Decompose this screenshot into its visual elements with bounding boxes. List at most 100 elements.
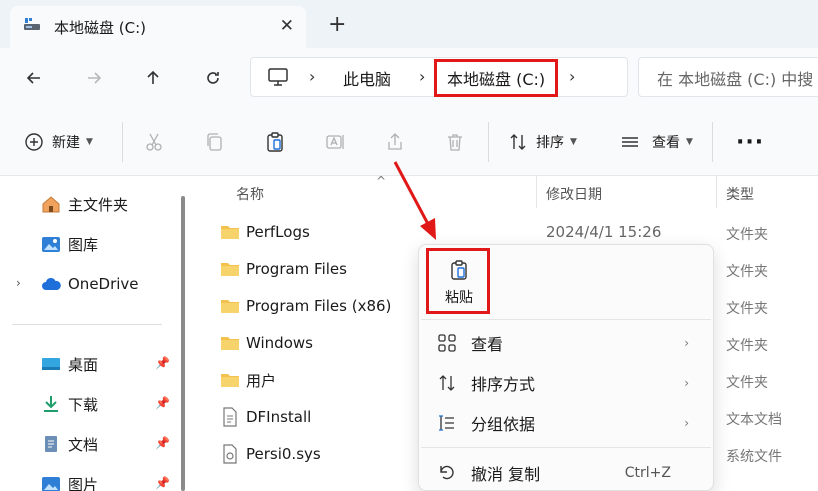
up-button[interactable] [139,64,167,92]
divider [122,122,123,162]
paste-button[interactable] [265,128,285,156]
new-tab-button[interactable]: + [328,14,346,36]
divider [12,324,162,325]
file-type: 文件夹 [726,264,768,280]
search-input[interactable]: 在 本地磁盘 (C:) 中搜 [638,57,818,97]
file-type: 文件夹 [726,301,768,317]
address-bar[interactable]: › 此电脑 › 本地磁盘 (C:) › [250,57,628,97]
menu-item-view[interactable]: 查看 › [423,325,711,361]
paste-menu-button[interactable]: 粘贴 [431,253,487,313]
navigation-pane: 主文件夹 图库 › OneDrive 桌面 📌 下载 📌 文档 📌 图片 📌 [0,176,178,491]
pin-icon[interactable]: 📌 [155,356,170,370]
chevron-right-icon: › [684,336,689,350]
annotation-highlight [434,59,558,97]
home-icon [42,196,60,213]
divider [421,447,711,448]
sort-button[interactable]: 排序 ▼ [508,128,577,156]
copy-icon [207,133,222,151]
folder-icon [221,337,239,350]
pin-icon[interactable]: 📌 [155,396,170,410]
monitor-icon[interactable] [267,67,289,91]
sort-icon [437,373,457,393]
sidebar-item-desktop[interactable]: 桌面 [40,352,98,376]
sidebar-item-home[interactable]: 主文件夹 [40,192,128,216]
column-divider[interactable] [536,176,537,208]
folder-icon [221,300,239,313]
table-row[interactable]: Program Files (x86) [220,294,391,318]
table-row[interactable]: Windows [220,331,313,355]
divider [712,122,713,162]
desktop-icon [42,358,60,370]
trash-icon [448,134,462,151]
forward-button[interactable] [80,64,108,92]
chevron-down-icon: ▼ [86,137,93,147]
folder-icon [221,226,239,239]
back-button[interactable] [20,64,48,92]
table-row[interactable]: PerfLogs [220,220,310,244]
column-header-name[interactable]: 名称 [236,184,264,204]
table-row[interactable]: Persi0.sys [220,442,321,466]
pin-icon[interactable]: 📌 [155,436,170,450]
sidebar-item-downloads[interactable]: 下载 [40,392,98,416]
view-button[interactable]: 查看 ▼ [620,128,693,156]
share-button[interactable] [385,128,405,156]
file-type: 文本文档 [726,412,782,428]
pin-icon[interactable]: 📌 [155,476,170,490]
menu-item-group-by[interactable]: 分组依据 › [423,405,711,441]
column-header-type[interactable]: 类型 [726,184,754,204]
table-row[interactable]: DFInstall [220,405,311,429]
file-type: 系统文件 [726,449,782,465]
menu-item-sort[interactable]: 排序方式 › [423,365,711,401]
file-type: 文件夹 [726,375,768,391]
close-icon[interactable]: ✕ [280,16,294,36]
arrow-right-icon [88,72,102,84]
refresh-button[interactable] [199,64,227,92]
sidebar-item-gallery[interactable]: 图库 [40,232,98,256]
chevron-right-icon[interactable]: › [16,276,21,290]
share-icon [388,133,402,150]
text-file-icon [223,407,237,427]
title-bar: 本地磁盘 (C:) ✕ + [0,0,818,48]
sidebar-item-onedrive[interactable]: OneDrive [40,272,139,296]
copy-button[interactable] [204,128,224,156]
file-date: 2024/4/1 15:26 [546,223,662,241]
divider [488,122,489,162]
menu-item-undo-copy[interactable]: 撤消 复制 Ctrl+Z [423,455,711,491]
arrow-left-icon [26,72,40,84]
command-bar: 新建 ▼ 排序 ▼ 查看 ▼ ··· [0,108,818,176]
crumb-this-pc[interactable]: 此电脑 [343,66,391,90]
new-label: 新建 [52,135,80,151]
new-button[interactable]: 新建 ▼ [24,128,93,156]
group-icon [437,413,457,433]
column-header-date[interactable]: 修改日期 [546,184,602,204]
cut-button[interactable] [144,128,164,156]
sort-icon [510,134,526,150]
table-row[interactable]: Program Files [220,257,347,281]
more-options-button[interactable]: ··· [736,128,764,156]
file-type: 文件夹 [726,338,768,354]
table-row[interactable]: 用户 [220,368,276,392]
folder-icon [221,374,239,387]
column-divider[interactable] [716,176,717,208]
tab-local-disk[interactable]: 本地磁盘 (C:) ✕ [10,6,306,48]
chevron-right-icon[interactable]: › [419,67,425,86]
chevron-right-icon[interactable]: › [569,67,575,86]
refresh-icon [207,72,219,84]
clipboard-icon [451,260,467,280]
context-menu: 粘贴 查看 › 排序方式 › 分组依据 › 撤消 复制 Ctrl+Z [418,244,714,491]
rename-button[interactable] [325,128,345,156]
rename-icon [326,135,344,149]
cloud-icon [42,277,61,290]
divider [421,319,711,320]
sidebar-scrollbar[interactable] [181,196,185,491]
chevron-right-icon: › [684,416,689,430]
arrow-up-icon [147,70,159,84]
scissors-icon [146,133,162,151]
sidebar-item-documents[interactable]: 文档 [40,432,98,456]
chevron-right-icon[interactable]: › [309,67,315,86]
picture-icon [42,477,60,491]
sort-label: 排序 [536,135,564,151]
drive-icon [22,15,42,39]
delete-button[interactable] [445,128,465,156]
sidebar-item-pictures[interactable]: 图片 [40,472,98,491]
